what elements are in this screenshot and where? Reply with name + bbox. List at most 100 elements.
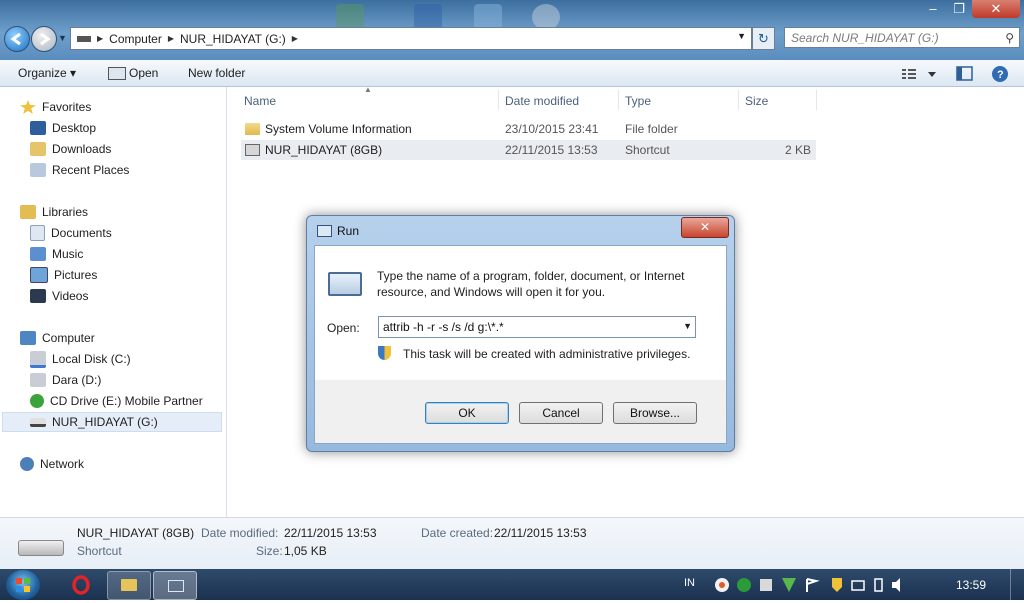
minimize-button[interactable]: –	[920, 0, 946, 18]
address-dropdown-icon[interactable]: ▼	[737, 31, 746, 41]
view-toolbar-icons: ?	[902, 66, 1008, 82]
file-type: File folder	[625, 122, 678, 136]
new-folder-button[interactable]: New folder	[188, 66, 245, 80]
nav-favorites[interactable]: Favorites	[20, 97, 91, 117]
run-close-button[interactable]: ✕	[681, 217, 729, 238]
view-options[interactable]: ?	[902, 65, 1022, 86]
nav-cd-drive[interactable]: CD Drive (E:) Mobile Partner	[30, 391, 203, 411]
nav-label: Downloads	[52, 142, 112, 156]
close-button[interactable]: ✕	[972, 0, 1020, 18]
title-bar: – ❐ ✕ ▼ ▶ Computer ▶ NUR_HIDAYAT (G:) ▶ …	[0, 0, 1024, 60]
tray-icons[interactable]	[712, 575, 910, 595]
nav-downloads[interactable]: Downloads	[30, 139, 111, 159]
local-disk-icon	[30, 350, 46, 368]
run-icon	[317, 225, 332, 237]
star-icon	[20, 100, 36, 114]
recent-pages-dropdown-icon[interactable]: ▼	[58, 33, 67, 43]
address-bar[interactable]: ▶ Computer ▶ NUR_HIDAYAT (G:) ▶ ▼	[70, 27, 752, 50]
nav-label: CD Drive (E:) Mobile Partner	[50, 394, 203, 408]
nav-documents[interactable]: Documents	[30, 223, 112, 243]
column-type[interactable]: Type	[625, 94, 651, 108]
taskbar: IN 13:59	[0, 569, 1024, 600]
nav-nur-hidayat[interactable]: NUR_HIDAYAT (G:)	[2, 412, 222, 432]
show-desktop-button[interactable]	[1010, 569, 1023, 600]
column-divider[interactable]	[498, 90, 499, 110]
breadcrumb-arrow-icon[interactable]: ▶	[95, 34, 105, 43]
usb-drive-icon	[30, 417, 46, 427]
libraries-icon	[20, 205, 36, 219]
breadcrumb-arrow-icon[interactable]: ▶	[166, 34, 176, 43]
search-input[interactable]: Search NUR_HIDAYAT (G:) ⚲	[784, 27, 1020, 48]
breadcrumb-arrow-icon[interactable]: ▶	[290, 34, 300, 43]
open-button[interactable]: Open	[129, 66, 158, 80]
column-date-modified[interactable]: Date modified	[505, 94, 579, 108]
refresh-button[interactable]: ↻	[752, 27, 775, 50]
organize-button[interactable]: Organize ▾	[18, 66, 76, 80]
maximize-button[interactable]: ❐	[946, 0, 972, 18]
nav-network[interactable]: Network	[20, 454, 84, 474]
svg-text:?: ?	[997, 69, 1004, 81]
column-divider[interactable]	[618, 90, 619, 110]
column-divider[interactable]	[738, 90, 739, 110]
uac-shield-icon	[378, 346, 391, 360]
mobile-partner-icon	[30, 394, 44, 408]
combobox-dropdown-icon[interactable]: ▼	[683, 321, 692, 331]
nav-label: Libraries	[42, 205, 89, 219]
nav-music[interactable]: Music	[30, 244, 83, 264]
file-row[interactable]: System Volume Information 23/10/2015 23:…	[241, 119, 816, 139]
file-row[interactable]: NUR_HIDAYAT (8GB) 22/11/2015 13:53 Short…	[241, 140, 816, 160]
language-indicator[interactable]: IN	[684, 577, 695, 589]
details-size-label: Size:	[256, 544, 283, 558]
nav-local-disk[interactable]: Local Disk (C:)	[30, 349, 131, 369]
details-modified-label: Date modified:	[201, 526, 279, 540]
clock[interactable]: 13:59	[956, 578, 986, 592]
start-button[interactable]	[6, 570, 40, 600]
nav-dara-drive[interactable]: Dara (D:)	[30, 370, 101, 390]
details-name: NUR_HIDAYAT (8GB)	[77, 526, 195, 540]
breadcrumb-drive[interactable]: NUR_HIDAYAT (G:)	[176, 32, 290, 46]
computer-icon	[20, 331, 36, 345]
taskbar-run[interactable]	[153, 571, 197, 600]
open-command-input[interactable]	[383, 320, 673, 334]
back-arrow-icon	[10, 32, 21, 46]
column-name[interactable]: Name	[244, 94, 276, 108]
details-size-value: 1,05 KB	[284, 544, 327, 558]
back-button[interactable]	[4, 26, 30, 52]
folder-icon	[121, 579, 137, 591]
open-combobox[interactable]: ▼	[378, 316, 696, 338]
forward-button[interactable]	[31, 26, 57, 52]
music-icon	[30, 247, 46, 261]
search-icon: ⚲	[1005, 31, 1014, 45]
nav-videos[interactable]: Videos	[30, 286, 88, 306]
taskbar-opera[interactable]	[60, 571, 102, 598]
cancel-button[interactable]: Cancel	[519, 402, 603, 424]
videos-icon	[30, 289, 46, 303]
breadcrumb-computer[interactable]: Computer	[105, 32, 166, 46]
nav-computer[interactable]: Computer	[20, 328, 95, 348]
browse-button[interactable]: Browse...	[613, 402, 697, 424]
nav-label: NUR_HIDAYAT (G:)	[52, 415, 158, 429]
nav-desktop[interactable]: Desktop	[30, 118, 96, 138]
file-type: Shortcut	[625, 143, 670, 157]
sort-ascending-icon: ▲	[364, 85, 372, 94]
nav-libraries[interactable]: Libraries	[20, 202, 88, 222]
ok-button[interactable]: OK	[425, 402, 509, 424]
details-created-value: 22/11/2015 13:53	[494, 526, 587, 540]
nav-label: Computer	[42, 331, 95, 345]
nav-recent-places[interactable]: Recent Places	[30, 160, 129, 180]
nav-pictures[interactable]: Pictures	[30, 265, 97, 285]
downloads-icon	[30, 142, 46, 156]
taskbar-explorer[interactable]	[107, 571, 151, 600]
usb-drive-icon	[18, 540, 64, 556]
details-modified-value: 22/11/2015 13:53	[284, 526, 377, 540]
column-size[interactable]: Size	[745, 94, 768, 108]
windows-logo-icon	[16, 578, 30, 592]
nav-label: Dara (D:)	[52, 373, 102, 387]
forward-arrow-icon	[40, 32, 51, 46]
details-type: Shortcut	[77, 544, 122, 558]
run-program-icon	[328, 272, 362, 296]
column-divider[interactable]	[816, 90, 817, 110]
run-icon	[168, 580, 184, 592]
admin-privileges-note: This task will be created with administr…	[403, 347, 691, 361]
nav-label: Recent Places	[52, 163, 130, 177]
